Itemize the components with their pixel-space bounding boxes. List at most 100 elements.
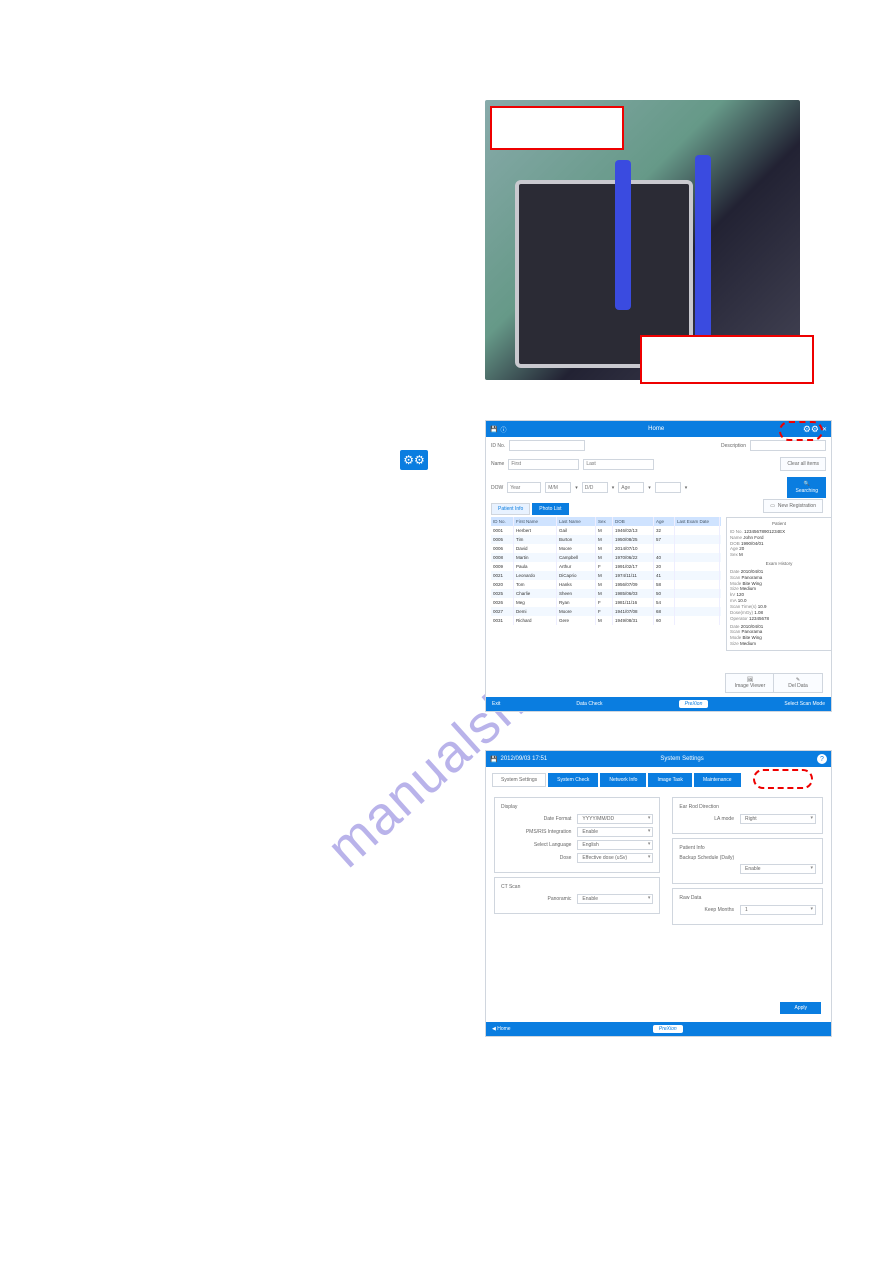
col-dob[interactable]: DOB [613, 517, 654, 526]
col-lastname[interactable]: Last Name [557, 517, 596, 526]
maintenance-tab-highlight [753, 769, 813, 789]
rawdata-panel: Raw Data Keep Months1 [672, 888, 823, 925]
patient-detail-panel: Patient ID No. 12345678901234EX Name Joh… [726, 517, 832, 651]
sex-dropdown[interactable]: ▾ [685, 485, 688, 491]
bottom-bar: Exit Data Check PreXion Select Scan Mode [486, 697, 831, 711]
description-input[interactable] [750, 440, 826, 451]
select-scan-mode-button[interactable]: Select Scan Mode [784, 701, 825, 707]
month-input[interactable] [545, 482, 571, 493]
pp-op-v: 12345678 [749, 616, 769, 621]
apply-button[interactable]: Apply [780, 1002, 821, 1014]
tab-system-settings[interactable]: System Settings [492, 773, 546, 787]
logo-2: PreXion [653, 1025, 683, 1033]
col-lastexam[interactable]: Last Exam Date [675, 517, 720, 526]
table-row[interactable]: 0031RichardGereM1949/08/3160 [491, 616, 721, 625]
tab-photo-list[interactable]: Photo List [532, 503, 568, 515]
backup-select[interactable]: Enable [740, 864, 816, 874]
day-dropdown[interactable]: ▾ [612, 485, 615, 491]
search-icon: 🔍 [804, 481, 810, 487]
save-icon-2[interactable]: 💾 [490, 756, 497, 763]
tab-maintenance[interactable]: Maintenance [694, 773, 741, 787]
home-label: Home [497, 1026, 510, 1032]
titlebar-2: 💾 2012/09/03 17:51 System Settings ? [486, 751, 831, 767]
bottom-bar-2: ◀ Home PreXion [486, 1022, 831, 1036]
table-row[interactable]: 0005TimBurtonM1950/08/2557 [491, 535, 721, 544]
data-check-button[interactable]: Data Check [576, 701, 602, 707]
pp-sex-v: M [739, 552, 743, 557]
new-registration-button[interactable]: ▭ New Registration [763, 499, 823, 513]
table-row[interactable]: 0009PaulaArthurF1991/02/1720 [491, 562, 721, 571]
pp-date2-k: Date [730, 624, 740, 629]
pp-size-v: Medium [740, 586, 756, 591]
table-row[interactable]: 0025CharlieSheenM1985/06/0350 [491, 589, 721, 598]
earrod-title: Ear Rod Direction [679, 804, 816, 810]
day-input[interactable] [582, 482, 608, 493]
tab-network-info[interactable]: Network Info [600, 773, 646, 787]
pp-date-k: Date [730, 569, 740, 574]
ctscan-title: CT Scan [501, 884, 653, 890]
chevron-left-icon: ◀ [492, 1026, 496, 1032]
header-home: Home [648, 426, 664, 432]
keep-months-label: Keep Months [679, 907, 740, 913]
dose-select[interactable]: Effective dose (uSv) [577, 853, 653, 863]
description-label: Description [721, 443, 746, 449]
del-data-button[interactable]: ✎ Del Data [773, 673, 823, 693]
exit-button[interactable]: Exit [492, 701, 500, 707]
table-row[interactable]: 0026MegRyanF1981/11/1654 [491, 598, 721, 607]
col-sex[interactable]: Sex [596, 517, 613, 526]
panoramic-select[interactable]: Enable [577, 894, 653, 904]
info-icon[interactable]: ⓘ [500, 425, 506, 434]
pp-name-k: Name [730, 535, 742, 540]
pp-op-k: Operator [730, 616, 748, 621]
idno-input[interactable] [509, 440, 585, 451]
table-row[interactable]: 0021LeonardoDiCaprioM1974/11/1141 [491, 571, 721, 580]
month-dropdown[interactable]: ▾ [575, 485, 578, 491]
image-viewer-label: Image Viewer [735, 683, 765, 689]
table-row[interactable]: 0027DemiMooreF1941/07/0868 [491, 607, 721, 616]
pp-scan2-k: Scan [730, 629, 740, 634]
pp-mode2-v: Bite Wing [743, 635, 762, 640]
patient-panel-title: Patient [730, 521, 828, 527]
first-name-input[interactable] [508, 459, 579, 470]
tab-patient-info[interactable]: Patient Info [491, 503, 530, 515]
pp-ma-k: mA [730, 598, 737, 603]
pp-date2-v: 2010/04/01 [741, 624, 764, 629]
home-button[interactable]: ◀ Home [492, 1026, 511, 1032]
pp-idno-v: 12345678901234EX [744, 529, 785, 534]
pp-mode-v: Bite Wing [743, 581, 762, 586]
tab-system-check[interactable]: System Check [548, 773, 598, 787]
language-select[interactable]: English [577, 840, 653, 850]
search-button[interactable]: 🔍 Searching [787, 477, 826, 498]
pp-age-v: 20 [739, 546, 744, 551]
pp-mode-k: Mode [730, 581, 741, 586]
last-name-input[interactable] [583, 459, 654, 470]
table-row[interactable]: 0008MartinCampbellM1970/06/2240 [491, 553, 721, 562]
year-input[interactable] [507, 482, 541, 493]
image-viewer-button[interactable]: 🖼 Image Viewer [725, 673, 775, 693]
table-row[interactable]: 0020TomHanksM1956/07/0958 [491, 580, 721, 589]
la-mode-select[interactable]: Right [740, 814, 816, 824]
date-format-label: Date Format [501, 816, 577, 822]
keep-months-select[interactable]: 1 [740, 905, 816, 915]
table-row[interactable]: 0001HerbertGailM1946/02/1332 [491, 526, 721, 535]
pms-label: PMS/RIS Integration [501, 829, 577, 835]
date-format-select[interactable]: YYYY/MM/DD [577, 814, 653, 824]
earrod-panel: Ear Rod Direction LA modeRight [672, 797, 823, 834]
clear-all-button[interactable]: Clear all items [780, 457, 826, 471]
tab-image-task[interactable]: Image Task [648, 773, 691, 787]
sex-input[interactable] [655, 482, 681, 493]
save-icon[interactable]: 💾 [490, 426, 497, 433]
col-age[interactable]: Age [654, 517, 675, 526]
gear-icon: ⚙⚙ [400, 450, 428, 470]
pp-age-k: Age [730, 546, 738, 551]
table-row[interactable]: 0006DavidMooreM2014/07/10 [491, 544, 721, 553]
pms-select[interactable]: Enable [577, 827, 653, 837]
col-firstname[interactable]: First Name [514, 517, 557, 526]
age-input[interactable] [618, 482, 644, 493]
age-dropdown[interactable]: ▾ [648, 485, 651, 491]
help-icon[interactable]: ? [817, 754, 827, 764]
col-idno[interactable]: ID No. [491, 517, 514, 526]
arm-left [615, 160, 631, 310]
rawdata-title: Raw Data [679, 895, 816, 901]
settings-icon-highlight [779, 421, 823, 441]
